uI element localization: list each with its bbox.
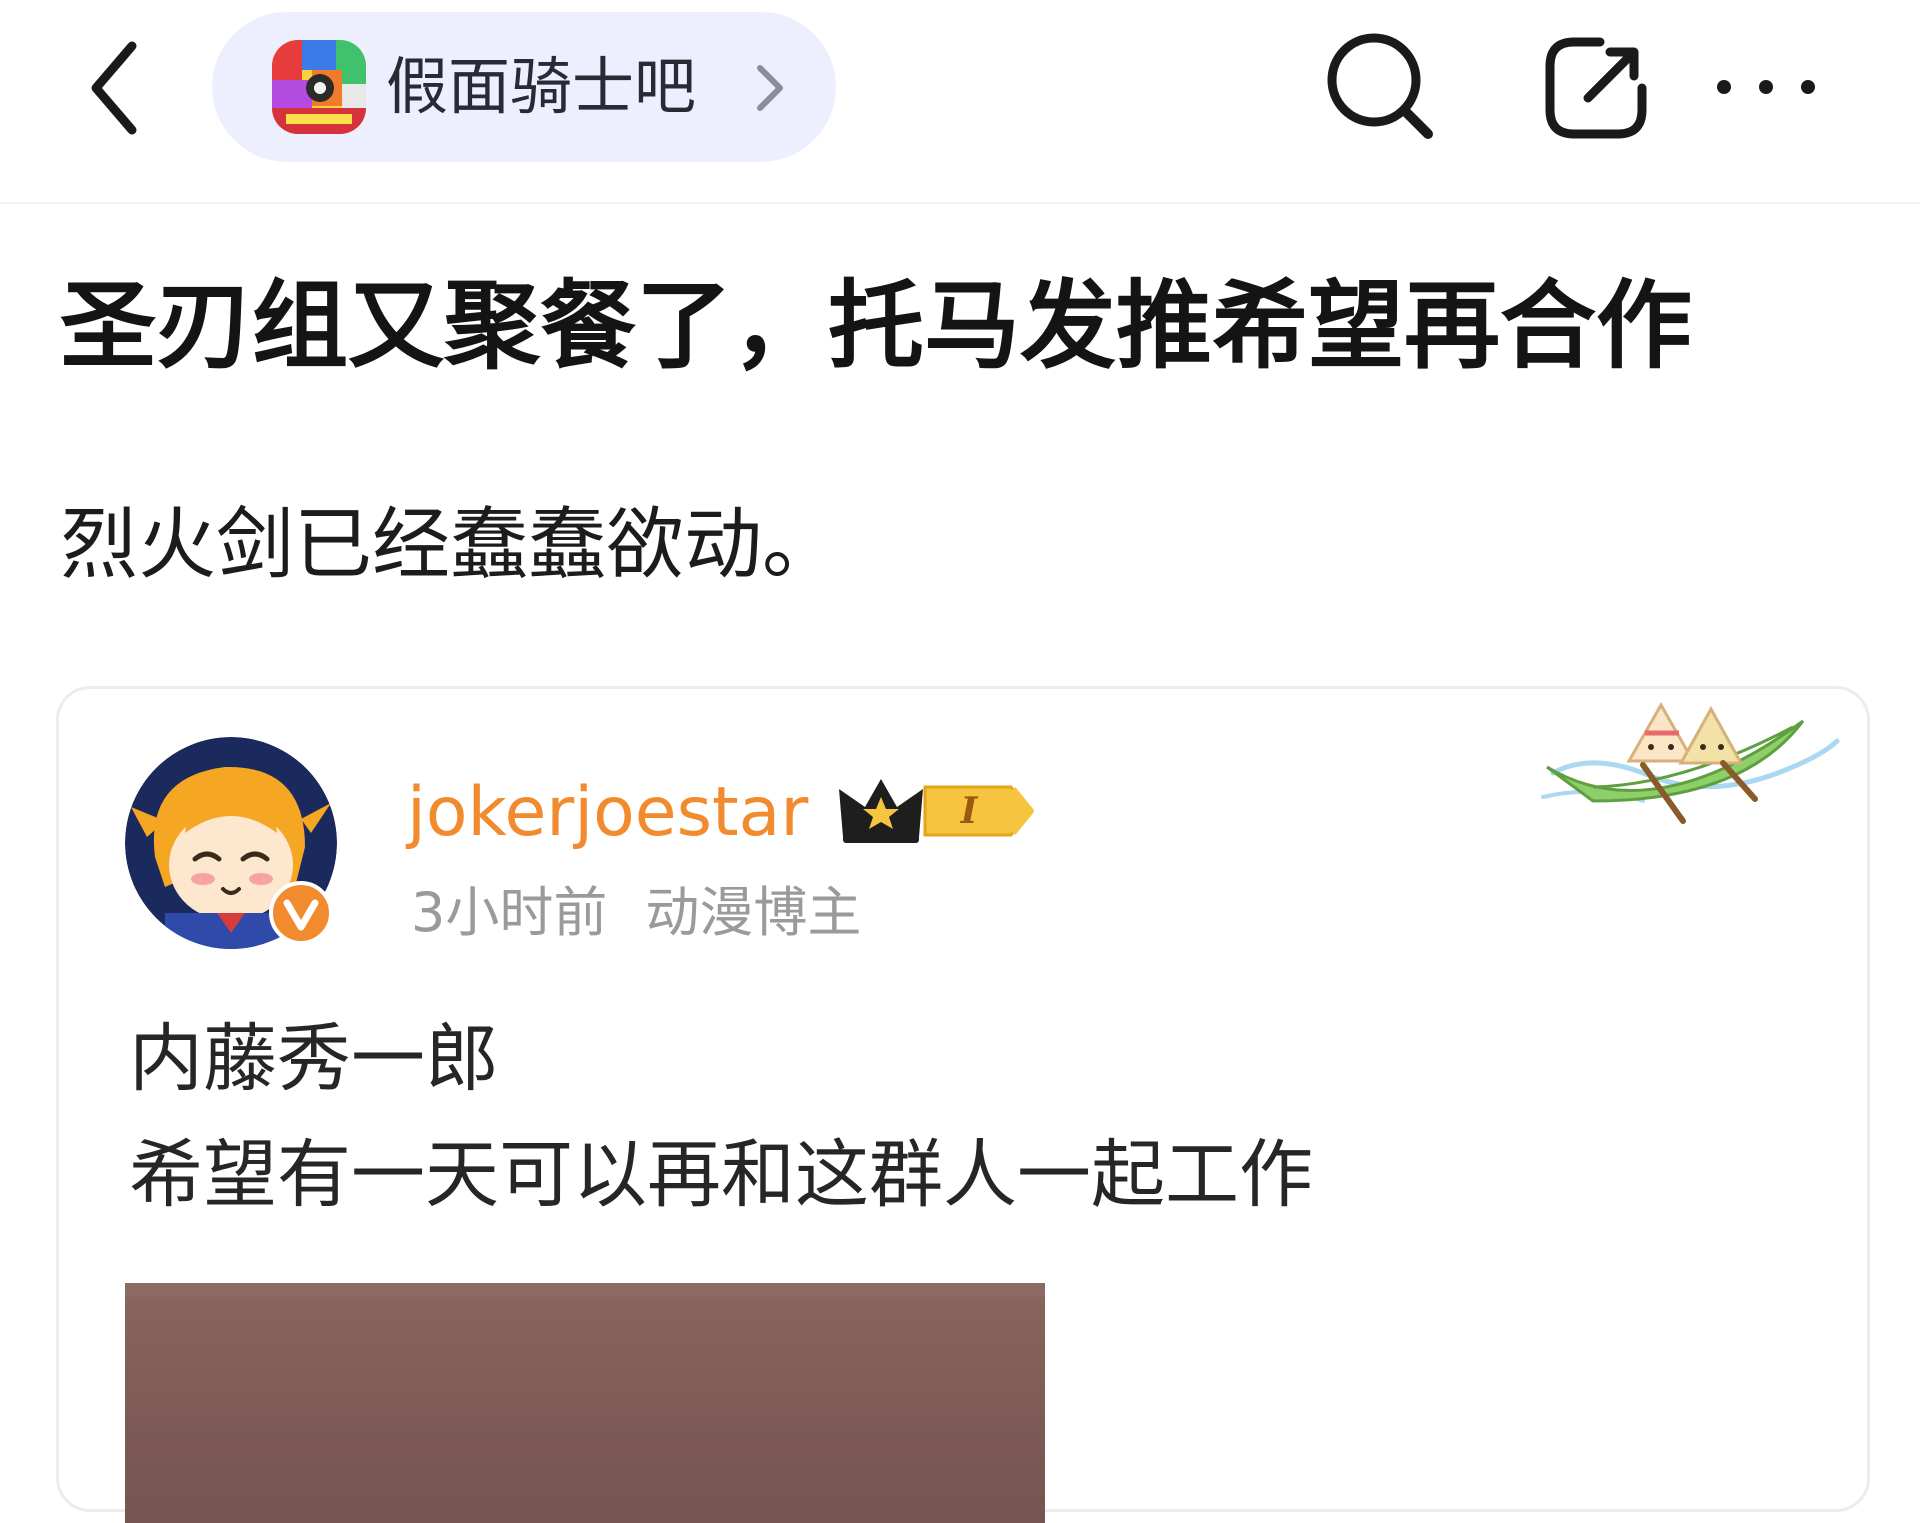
top-nav-bar: 假面骑士吧 [0,0,1920,204]
more-options-button[interactable] [1706,62,1826,112]
more-dots-icon [1717,80,1815,94]
back-button[interactable] [72,36,162,136]
forum-name: 假面骑士吧 [386,50,697,123]
share-button[interactable] [1540,32,1652,144]
forum-avatar [272,40,366,134]
search-icon [1327,33,1433,139]
share-icon [1545,37,1647,139]
author-role: 动漫博主 [645,881,862,944]
verified-badge-icon [269,881,333,945]
embedded-post-text: 内藤秀一郎 希望有一天可以再和这群人一起工作 [129,1001,1313,1233]
post-body-text: 烈火剑已经蠢蠢欲动。 [60,500,841,590]
forum-entry-pill[interactable]: 假面骑士吧 [212,12,836,162]
post-meta: 3小时前 动漫博主 [411,881,861,945]
member-level-badge: I [835,771,1035,849]
embedded-text-line: 希望有一天可以再和这群人一起工作 [129,1132,1313,1218]
chevron-left-icon [91,41,137,135]
post-title: 圣刃组又聚餐了，托马发推希望再合作 [60,270,1692,382]
embedded-weibo-card[interactable]: jokerjoestar I 3小时前 动漫博主 内藤秀一郎 希望有一天可以再和… [56,686,1870,1523]
embedded-text-line: 内藤秀一郎 [129,1016,499,1102]
embedded-photo[interactable] [125,1283,1045,1523]
dragon-boat-sticker [1533,681,1843,831]
chevron-right-icon [757,65,783,111]
post-time: 3小时前 [411,881,608,944]
member-level-label: I [960,790,979,832]
author-username[interactable]: jokerjoestar [407,775,808,851]
search-button[interactable] [1322,28,1438,144]
